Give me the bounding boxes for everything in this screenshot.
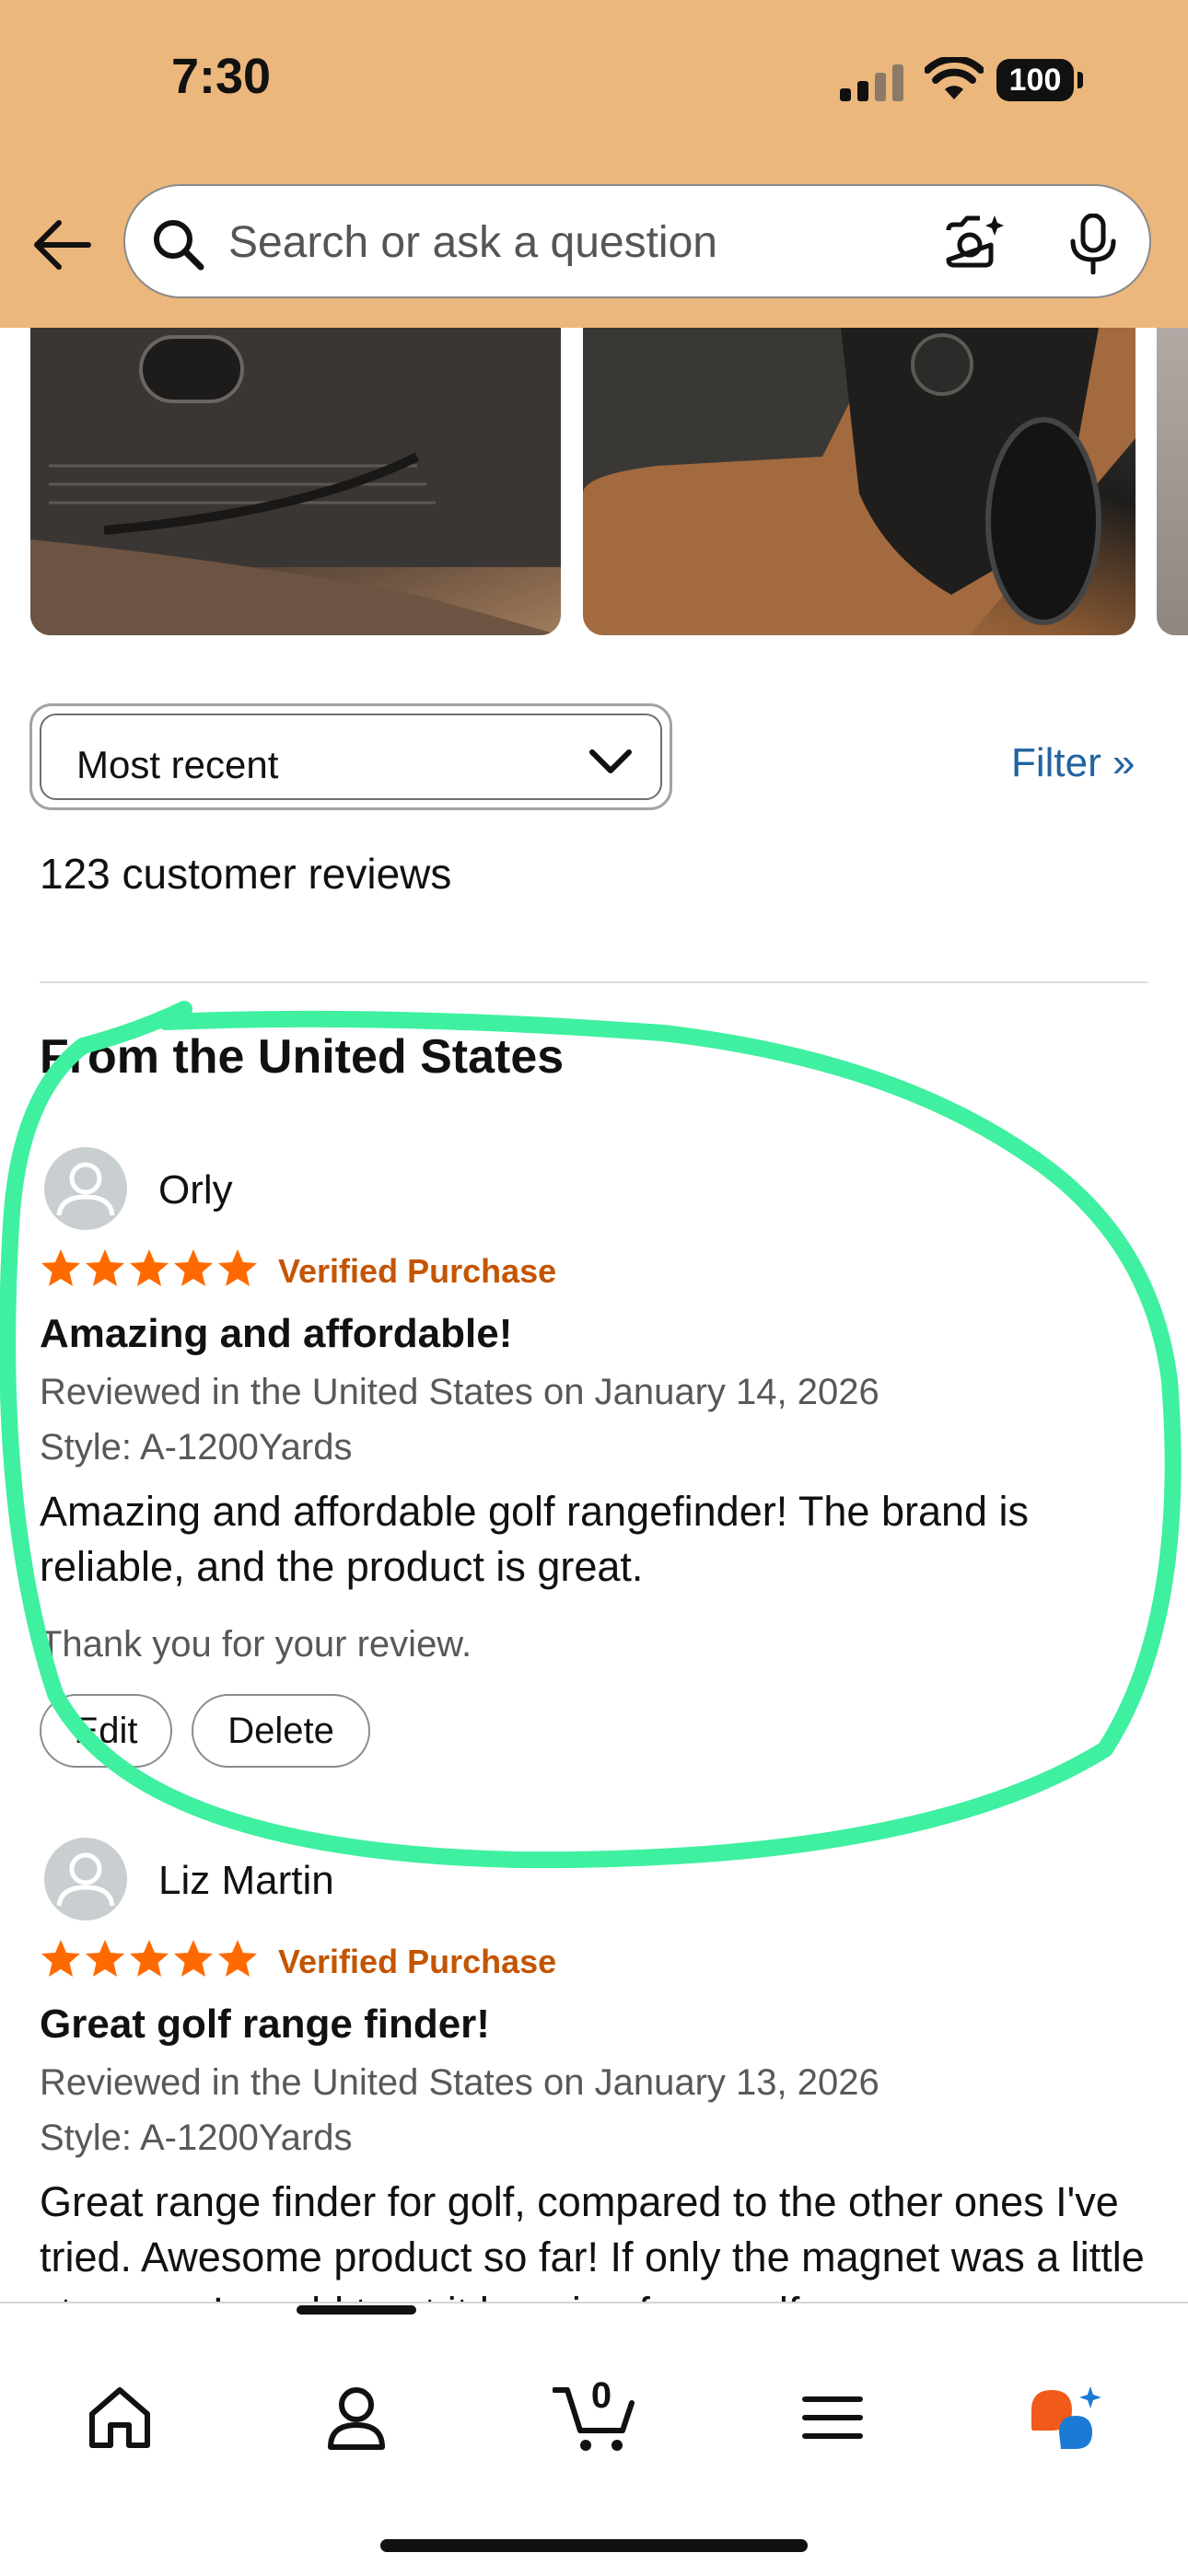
edit-button[interactable]: Edit: [40, 1694, 172, 1768]
reviewer-name[interactable]: Liz Martin: [158, 1858, 334, 1904]
search-input[interactable]: Search or ask a question: [123, 184, 1151, 298]
section-title: From the United States: [40, 1030, 565, 1084]
review-style: Style: A-1200Yards: [40, 2118, 353, 2158]
star-rating: [40, 1938, 259, 1980]
chevron-down-icon: [589, 749, 632, 773]
star-icon: [218, 1940, 257, 1977]
review-body: Amazing and affordable golf rangefinder!…: [40, 1488, 1030, 1590]
review-date: Reviewed in the United States on January…: [40, 1372, 879, 1412]
top-header: 7:30 100 Search or ask a question: [0, 0, 1188, 328]
delete-button[interactable]: Delete: [192, 1694, 370, 1768]
divider: [40, 981, 1148, 983]
star-icon: [130, 1940, 169, 1977]
search-icon: [154, 220, 204, 271]
star-icon: [174, 1249, 213, 1286]
home-icon[interactable]: [83, 2383, 157, 2453]
rufus-icon[interactable]: [1024, 2383, 1107, 2453]
review-style: Style: A-1200Yards: [40, 1427, 353, 1468]
star-icon: [41, 1249, 80, 1286]
star-icon: [86, 1249, 124, 1286]
filter-link[interactable]: Filter »: [1011, 740, 1135, 786]
star-rating: [40, 1247, 259, 1290]
review-photo[interactable]: [583, 328, 1136, 635]
back-arrow-icon[interactable]: [31, 219, 92, 271]
active-tab-indicator: [297, 2305, 416, 2315]
camera-icon[interactable]: [943, 214, 1004, 271]
review-photo[interactable]: [30, 328, 561, 635]
review-date: Reviewed in the United States on January…: [40, 2062, 879, 2103]
avatar: [44, 1838, 127, 1920]
profile-avatar-icon: [56, 1852, 115, 1907]
review-count: 123 customer reviews: [40, 850, 452, 898]
status-time: 7:30: [171, 49, 272, 104]
battery-level: 100: [996, 59, 1074, 101]
battery-icon: 100: [996, 59, 1085, 101]
menu-icon[interactable]: [796, 2383, 869, 2453]
sort-dropdown[interactable]: Most recent: [29, 703, 672, 810]
star-icon: [41, 1940, 80, 1977]
review-photo[interactable]: [1157, 328, 1188, 635]
star-icon: [86, 1940, 124, 1977]
star-icon: [218, 1249, 257, 1286]
avatar: [44, 1147, 127, 1230]
search-placeholder: Search or ask a question: [228, 218, 717, 267]
reviewer-name[interactable]: Orly: [158, 1167, 233, 1213]
star-icon: [130, 1249, 169, 1286]
review-title: Great golf range finder!: [40, 2002, 490, 2047]
review-body: Great range finder for golf, compared to…: [40, 2178, 1145, 2302]
wifi-icon: [925, 57, 984, 99]
sort-value: Most recent: [76, 743, 279, 786]
verified-purchase-badge: Verified Purchase: [278, 1943, 557, 1980]
star-icon: [174, 1940, 213, 1977]
verified-purchase-badge: Verified Purchase: [278, 1252, 557, 1290]
cart-count: 0: [590, 2375, 612, 2416]
profile-icon[interactable]: [320, 2383, 393, 2453]
review-title: Amazing and affordable!: [40, 1311, 513, 1356]
thanks-message: Thank you for your review.: [40, 1624, 472, 1665]
profile-avatar-icon: [56, 1162, 115, 1216]
mic-icon[interactable]: [1068, 214, 1118, 274]
home-indicator: [380, 2539, 808, 2552]
signal-icon: [840, 64, 903, 101]
